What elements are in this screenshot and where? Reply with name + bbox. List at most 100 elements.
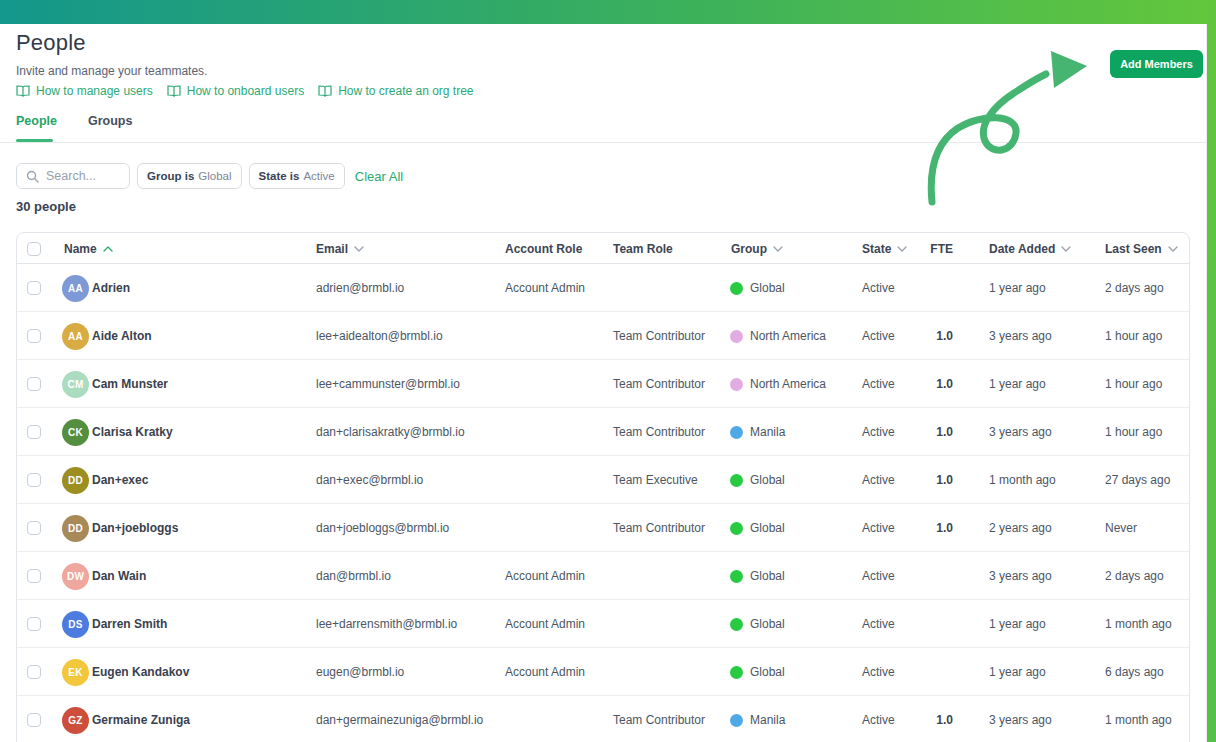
table-row[interactable]: AA Adrien adrien@brmbl.io Account Admin …: [17, 264, 1189, 312]
table-row[interactable]: AA Aide Alton lee+aidealton@brmbl.io Tea…: [17, 312, 1189, 360]
page-subtitle: Invite and manage your teammates.: [16, 64, 207, 78]
select-all-checkbox[interactable]: [27, 233, 41, 264]
group-color-dot: [730, 282, 743, 295]
sort-icon: [1168, 246, 1178, 252]
name-cell: Aide Alton: [92, 312, 152, 360]
column-header-account-role[interactable]: Account Role: [505, 233, 582, 264]
date-added-cell: 3 years ago: [989, 696, 1052, 742]
date-added-cell: 3 years ago: [989, 408, 1052, 456]
table-row[interactable]: CM Cam Munster lee+cammunster@brmbl.io T…: [17, 360, 1189, 408]
state-cell: Active: [862, 408, 895, 456]
right-green-strip: [1207, 0, 1216, 742]
email-cell: lee+aidealton@brmbl.io: [316, 312, 443, 360]
state-cell: Active: [862, 312, 895, 360]
search-box[interactable]: [16, 163, 130, 189]
people-page: People Invite and manage your teammates.…: [0, 0, 1216, 742]
email-cell: dan+exec@brmbl.io: [316, 456, 423, 504]
row-checkbox[interactable]: [27, 264, 41, 312]
row-checkbox[interactable]: [27, 696, 41, 742]
table-row[interactable]: EK Eugen Kandakov eugen@brmbl.io Account…: [17, 648, 1189, 696]
column-header-date-added[interactable]: Date Added: [989, 233, 1071, 264]
row-checkbox[interactable]: [27, 552, 41, 600]
column-header-email[interactable]: Email: [316, 233, 364, 264]
content-right-edge: [1206, 24, 1207, 742]
tab-groups[interactable]: Groups: [88, 114, 132, 128]
email-cell: dan@brmbl.io: [316, 552, 391, 600]
sort-icon: [897, 246, 907, 252]
link-how-to-create-org-tree[interactable]: How to create an org tree: [318, 84, 473, 98]
fte-cell: 1.0: [936, 408, 953, 456]
date-added-cell: 1 year ago: [989, 264, 1046, 312]
name-cell: Dan Wain: [92, 552, 146, 600]
add-members-button[interactable]: Add Members: [1110, 50, 1203, 78]
filter-chip-group[interactable]: Group is Global: [137, 163, 242, 189]
avatar: DW: [62, 552, 89, 600]
group-cell: North America: [730, 360, 826, 408]
column-header-state[interactable]: State: [862, 233, 907, 264]
team-role-cell: Team Executive: [613, 456, 698, 504]
search-icon: [26, 170, 39, 183]
state-cell: Active: [862, 552, 895, 600]
column-header-group[interactable]: Group: [731, 233, 783, 264]
group-color-dot: [730, 378, 743, 391]
link-how-to-onboard-users[interactable]: How to onboard users: [167, 84, 304, 98]
table-row[interactable]: DS Darren Smith lee+darrensmith@brmbl.io…: [17, 600, 1189, 648]
column-header-name[interactable]: Name: [64, 233, 113, 264]
filter-chip-state[interactable]: State is Active: [249, 163, 345, 189]
group-color-dot: [730, 426, 743, 439]
table-row[interactable]: DD Dan+joebloggs dan+joebloggs@brmbl.io …: [17, 504, 1189, 552]
name-cell: Eugen Kandakov: [92, 648, 189, 696]
email-cell: dan+germainezuniga@brmbl.io: [316, 696, 483, 742]
row-checkbox[interactable]: [27, 648, 41, 696]
people-count: 30 people: [16, 199, 76, 214]
table-row[interactable]: DW Dan Wain dan@brmbl.io Account Admin G…: [17, 552, 1189, 600]
chip-prefix: State is: [259, 170, 300, 182]
row-checkbox[interactable]: [27, 600, 41, 648]
avatar: DD: [62, 456, 89, 504]
column-header-team-role[interactable]: Team Role: [613, 233, 673, 264]
group-cell: Global: [730, 648, 785, 696]
avatar: AA: [62, 264, 89, 312]
column-header-last-seen[interactable]: Last Seen: [1105, 233, 1178, 264]
row-checkbox[interactable]: [27, 312, 41, 360]
row-checkbox[interactable]: [27, 456, 41, 504]
row-checkbox[interactable]: [27, 504, 41, 552]
search-input[interactable]: [46, 169, 116, 183]
table-row[interactable]: CK Clarisa Kratky dan+clarisakratky@brmb…: [17, 408, 1189, 456]
group-color-dot: [730, 330, 743, 343]
table-row[interactable]: DD Dan+exec dan+exec@brmbl.io Team Execu…: [17, 456, 1189, 504]
state-cell: Active: [862, 696, 895, 742]
last-seen-cell: 1 month ago: [1105, 600, 1172, 648]
row-checkbox[interactable]: [27, 408, 41, 456]
avatar: DS: [62, 600, 89, 648]
last-seen-cell: 27 days ago: [1105, 456, 1170, 504]
sort-asc-icon: [103, 246, 113, 252]
hand-drawn-arrow: [900, 40, 1100, 210]
group-color-dot: [730, 666, 743, 679]
state-cell: Active: [862, 648, 895, 696]
fte-cell: 1.0: [936, 504, 953, 552]
table-row[interactable]: GZ Germaine Zuniga dan+germainezuniga@br…: [17, 696, 1189, 742]
link-how-to-manage-users[interactable]: How to manage users: [16, 84, 153, 98]
fte-cell: 1.0: [936, 360, 953, 408]
link-label: How to onboard users: [187, 84, 304, 98]
avatar: CK: [62, 408, 89, 456]
sort-icon: [1061, 246, 1071, 252]
team-role-cell: Team Contributor: [613, 696, 705, 742]
sort-icon: [354, 246, 364, 252]
group-cell: Global: [730, 264, 785, 312]
last-seen-cell: 1 hour ago: [1105, 312, 1162, 360]
tab-people[interactable]: People: [16, 114, 57, 128]
fte-cell: 1.0: [936, 696, 953, 742]
name-cell: Cam Munster: [92, 360, 168, 408]
sort-icon: [773, 246, 783, 252]
group-cell: Manila: [730, 408, 785, 456]
team-role-cell: Team Contributor: [613, 360, 705, 408]
account-role-cell: Account Admin: [505, 552, 585, 600]
column-header-fte[interactable]: FTE: [930, 233, 953, 264]
row-checkbox[interactable]: [27, 360, 41, 408]
state-cell: Active: [862, 456, 895, 504]
team-role-cell: Team Contributor: [613, 408, 705, 456]
avatar: GZ: [62, 696, 89, 742]
clear-all-button[interactable]: Clear All: [355, 169, 403, 184]
